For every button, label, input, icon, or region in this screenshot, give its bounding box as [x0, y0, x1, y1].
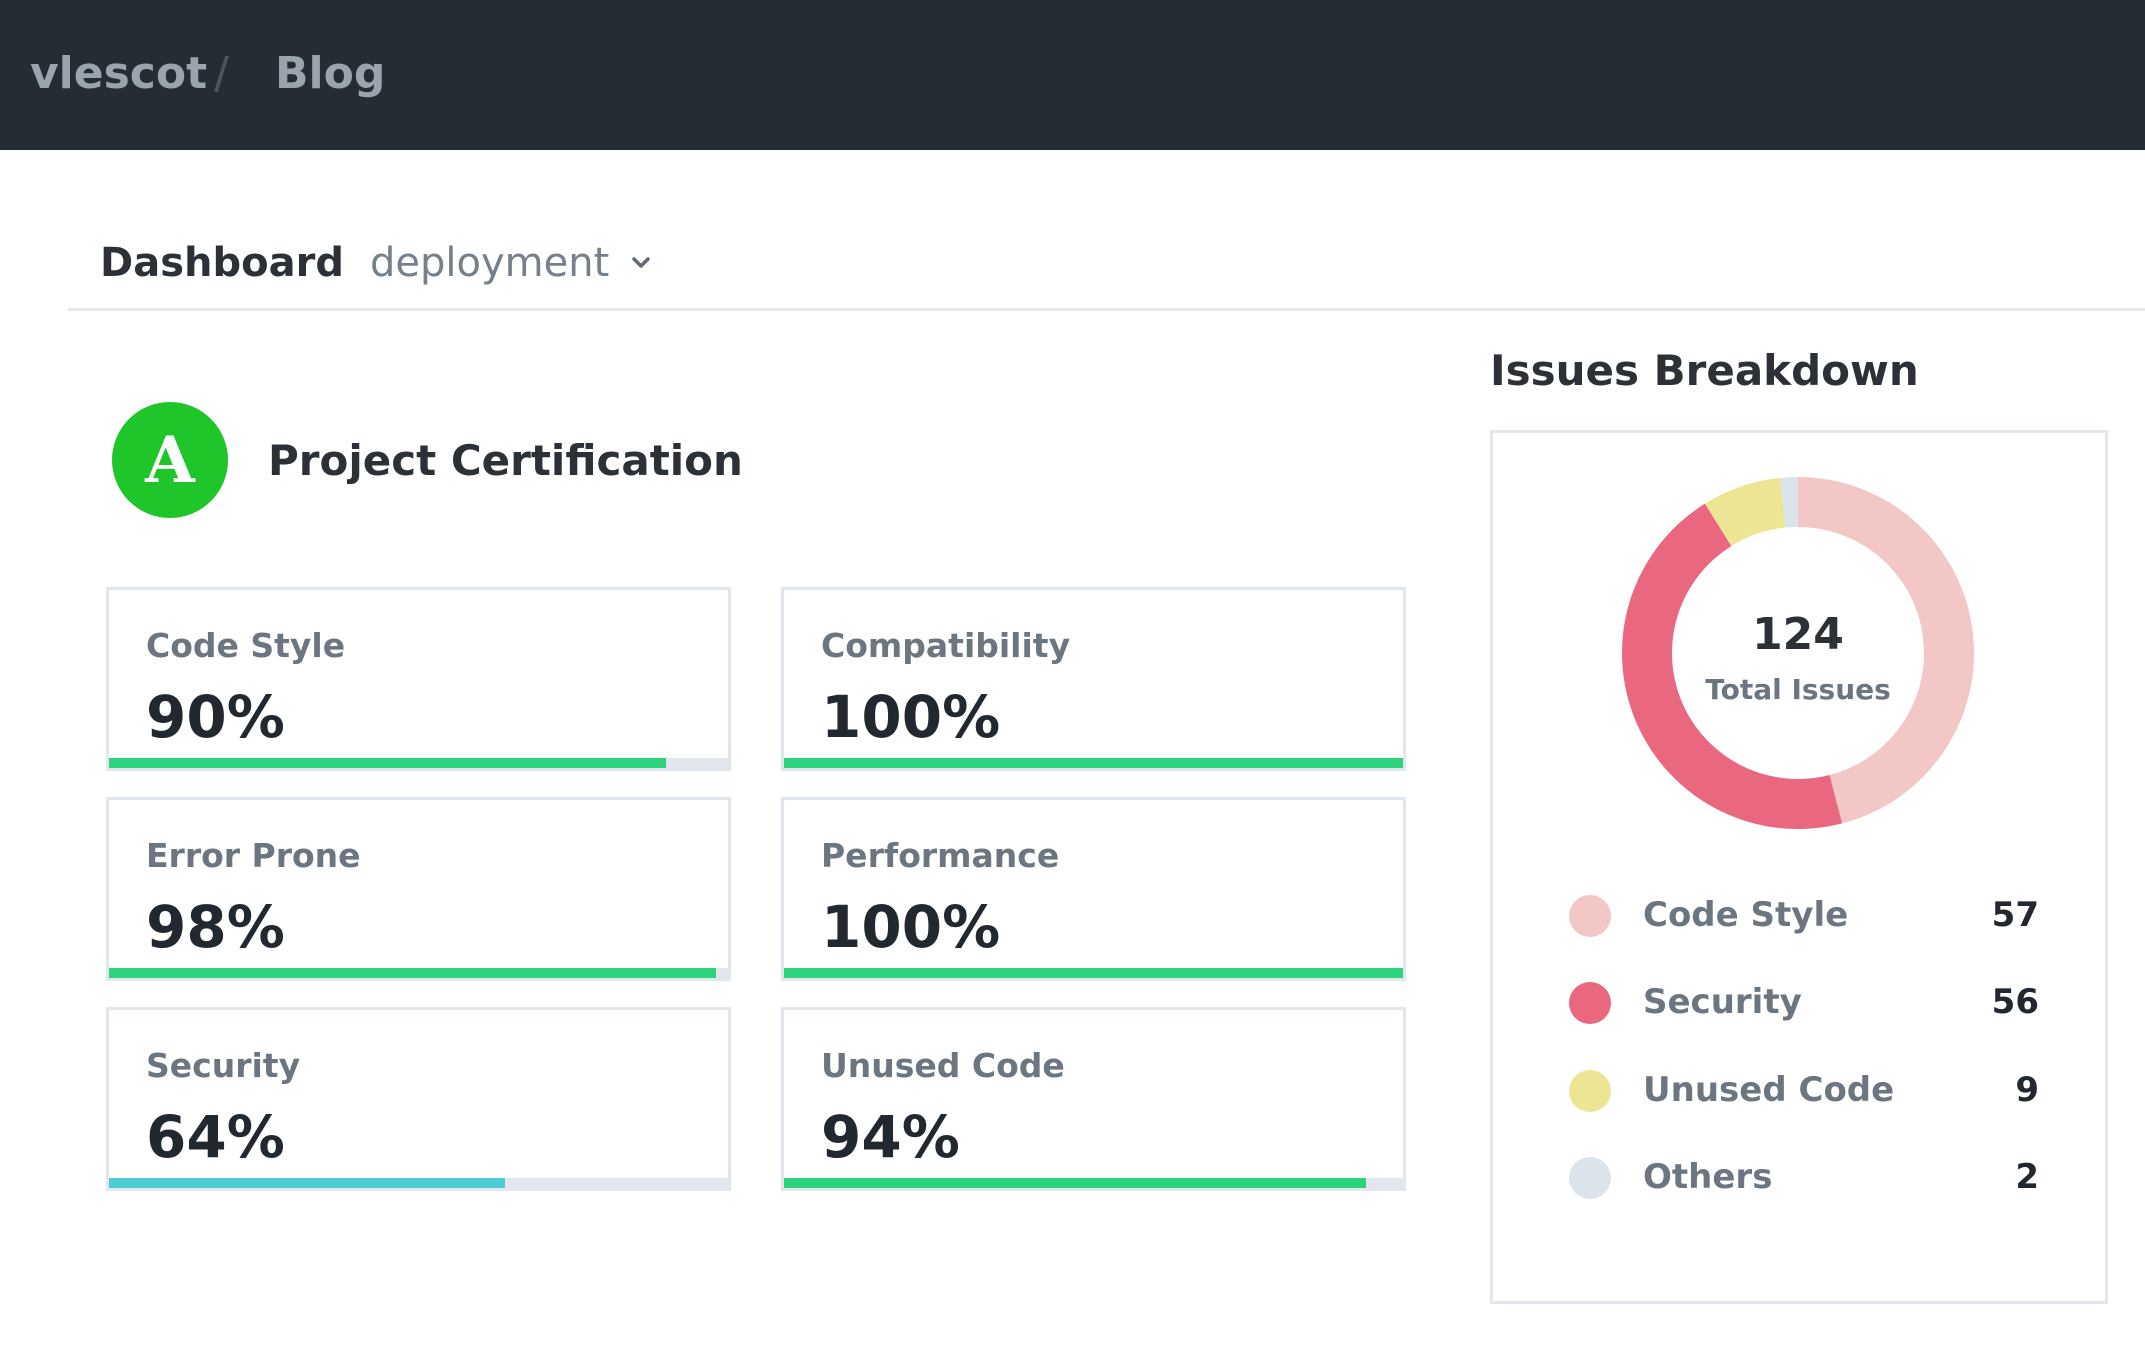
total-issues-count: 124	[1752, 609, 1844, 660]
metric-label: Error Prone	[146, 836, 361, 875]
legend-dot	[1569, 982, 1611, 1024]
metric-card-code-style: Code Style 90%	[106, 587, 731, 771]
legend-item-code-style: Code Style 57	[1569, 889, 2039, 945]
metric-label: Security	[146, 1046, 301, 1085]
certification-title: Project Certification	[268, 436, 743, 485]
progress-fill	[784, 968, 1403, 978]
issues-breakdown-title: Issues Breakdown	[1490, 346, 1919, 395]
grade-badge: A	[112, 402, 228, 518]
metric-value: 98%	[146, 893, 285, 961]
metric-value: 100%	[821, 683, 1001, 751]
progress-fill	[784, 1178, 1366, 1188]
breadcrumb-separator: /	[214, 48, 229, 99]
progress-track	[784, 758, 1403, 768]
legend-item-security: Security 56	[1569, 976, 2039, 1032]
metric-value: 90%	[146, 683, 285, 751]
top-bar: vlescot / Blog	[0, 0, 2145, 150]
metric-label: Code Style	[146, 626, 346, 665]
legend-label: Unused Code	[1643, 1070, 1895, 1110]
metric-value: 100%	[821, 893, 1001, 961]
progress-track	[109, 1178, 728, 1188]
legend-label: Others	[1643, 1157, 1773, 1197]
progress-track	[784, 968, 1403, 978]
tab-dashboard[interactable]: Dashboard	[100, 240, 344, 286]
donut-slice-security	[1622, 503, 1843, 829]
metric-value: 64%	[146, 1103, 285, 1171]
legend-item-unused-code: Unused Code 9	[1569, 1064, 2039, 1120]
metric-card-security: Security 64%	[106, 1007, 731, 1191]
metric-value: 94%	[821, 1103, 960, 1171]
legend-label: Code Style	[1643, 895, 1849, 935]
legend-dot	[1569, 1157, 1611, 1199]
legend-item-others: Others 2	[1569, 1151, 2039, 1207]
metric-label: Performance	[821, 836, 1060, 875]
issues-breakdown-panel: 124 Total Issues Code Style 57 Security …	[1490, 430, 2108, 1304]
legend-count: 2	[2015, 1157, 2039, 1197]
tab-bar: Dashboard deployment	[68, 232, 2145, 311]
total-issues-label: Total Issues	[1705, 673, 1891, 706]
branch-select[interactable]: deployment	[370, 240, 651, 286]
branch-select-label: deployment	[370, 240, 610, 286]
progress-track	[784, 1178, 1403, 1188]
legend-label: Security	[1643, 982, 1802, 1022]
progress-track	[109, 758, 728, 768]
metric-card-unused-code: Unused Code 94%	[781, 1007, 1406, 1191]
legend-dot	[1569, 1070, 1611, 1112]
metric-card-compatibility: Compatibility 100%	[781, 587, 1406, 771]
progress-fill	[784, 758, 1403, 768]
legend-count: 56	[1991, 982, 2039, 1022]
legend-count: 9	[2015, 1070, 2039, 1110]
breadcrumb-repo-link[interactable]: Blog	[275, 48, 385, 99]
legend-count: 57	[1991, 895, 2039, 935]
legend-dot	[1569, 895, 1611, 937]
chevron-down-icon	[632, 257, 651, 268]
metric-label: Compatibility	[821, 626, 1071, 665]
metric-card-error-prone: Error Prone 98%	[106, 797, 731, 981]
metric-card-performance: Performance 100%	[781, 797, 1406, 981]
progress-fill	[109, 758, 667, 768]
metric-label: Unused Code	[821, 1046, 1065, 1085]
progress-fill	[109, 1178, 506, 1188]
breadcrumb-owner-link[interactable]: vlescot	[30, 48, 207, 99]
progress-track	[109, 968, 728, 978]
progress-fill	[109, 968, 716, 978]
